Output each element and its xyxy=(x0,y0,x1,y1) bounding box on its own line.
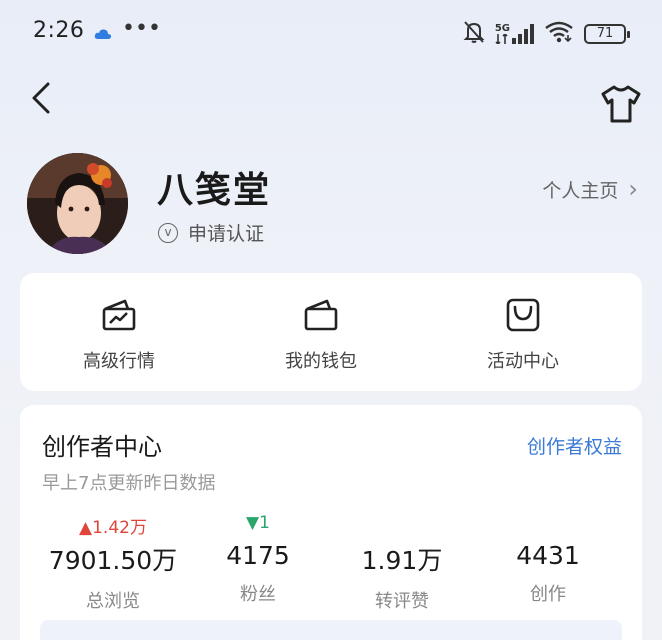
avatar[interactable] xyxy=(27,153,128,254)
stat-label: 粉丝 xyxy=(240,584,276,605)
creator-center-card: 创作者中心 创作者权益 早上7点更新昨日数据 ▲1.42万 7901.50万 总… xyxy=(20,405,642,640)
wifi-icon xyxy=(544,21,574,47)
status-time: 2:26 xyxy=(33,18,85,43)
chevron-left-icon xyxy=(32,82,50,114)
profile-name: 八笺堂 xyxy=(157,170,272,211)
status-indicators: 5G 71 xyxy=(463,20,630,48)
wallet-icon xyxy=(304,299,338,331)
apply-verification-button[interactable]: v 申请认证 xyxy=(158,219,264,246)
stat-total-views[interactable]: ▲1.42万 7901.50万 总浏览 xyxy=(38,513,188,613)
network-type: 5G xyxy=(494,23,510,34)
stat-creations[interactable]: 4431 创作 xyxy=(473,513,623,606)
more-notifications-icon: ••• xyxy=(122,16,161,41)
stat-value: 7901.50万 xyxy=(48,546,178,575)
shopping-bag-icon xyxy=(506,298,540,332)
creator-center-title: 创作者中心 xyxy=(42,433,162,461)
mute-bell-icon xyxy=(463,20,485,48)
back-button[interactable] xyxy=(26,80,56,116)
stat-value: 1.91万 xyxy=(361,546,443,575)
stat-delta xyxy=(327,513,477,537)
cloud-icon xyxy=(94,25,112,44)
theme-shirt-button[interactable] xyxy=(600,84,642,124)
stat-value: 4431 xyxy=(516,541,580,570)
quick-action-label: 我的钱包 xyxy=(285,351,357,372)
battery-indicator: 71 xyxy=(584,24,630,44)
verify-label: 申请认证 xyxy=(188,223,265,245)
stat-label: 总浏览 xyxy=(86,591,140,612)
chevron-right-icon: › xyxy=(628,175,638,203)
quick-actions-card: 高级行情 我的钱包 活动中心 xyxy=(20,273,642,391)
creator-benefits-link[interactable]: 创作者权益 xyxy=(527,432,622,459)
stat-delta: ▲1.42万 xyxy=(79,518,147,538)
verify-v-icon: v xyxy=(158,222,178,243)
stat-interactions[interactable]: 1.91万 转评赞 xyxy=(327,513,477,613)
status-bar: 2:26 ••• 5G 71 xyxy=(0,0,662,66)
quick-action-market[interactable]: 高级行情 xyxy=(39,297,199,373)
homepage-label: 个人主页 xyxy=(542,179,619,202)
stat-delta: ▼1 xyxy=(246,513,270,533)
market-chart-icon xyxy=(102,299,136,331)
quick-action-label: 高级行情 xyxy=(83,351,155,372)
quick-action-label: 活动中心 xyxy=(487,351,559,372)
personal-homepage-link[interactable]: 个人主页 › xyxy=(542,175,638,203)
quick-action-wallet[interactable]: 我的钱包 xyxy=(241,297,401,373)
stat-label: 创作 xyxy=(530,584,566,605)
stat-fans[interactable]: ▼1 4175 粉丝 xyxy=(183,513,333,606)
t-shirt-icon xyxy=(601,85,641,123)
quick-action-activity[interactable]: 活动中心 xyxy=(443,297,603,373)
signal-icon: 5G xyxy=(495,24,534,44)
stat-label: 转评赞 xyxy=(375,591,429,612)
creator-banner[interactable] xyxy=(40,620,622,640)
stat-delta xyxy=(473,513,623,537)
stat-value: 4175 xyxy=(226,541,290,570)
creator-update-note: 早上7点更新昨日数据 xyxy=(42,473,216,494)
